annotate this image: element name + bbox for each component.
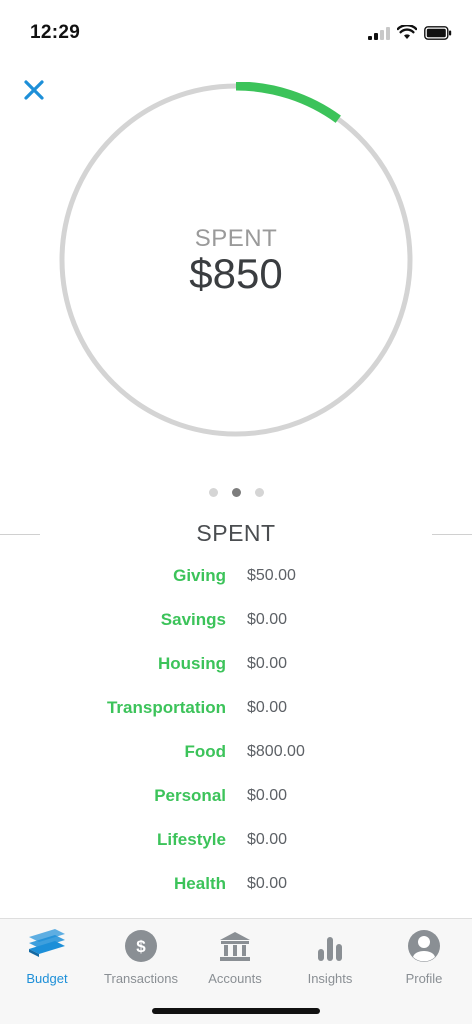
category-value: $0.00 [247, 699, 288, 716]
category-row[interactable]: Health $0.00 [0, 864, 472, 908]
page-dot[interactable] [208, 488, 218, 497]
category-row[interactable]: Food $800.00 [0, 732, 472, 776]
spent-progress-ring[interactable]: SPENT $850 [58, 82, 414, 438]
category-label: Health [174, 874, 226, 893]
category-row[interactable]: Savings $0.00 [0, 600, 472, 644]
category-label: Personal [154, 786, 226, 805]
budget-icon [29, 929, 65, 957]
tab-label: Budget [26, 971, 68, 986]
category-label: Transportation [106, 698, 226, 717]
page-indicator[interactable] [0, 488, 472, 497]
tab-transactions[interactable]: $ Transactions [94, 929, 188, 986]
divider-right [432, 534, 472, 535]
category-row[interactable]: Transportation $0.00 [0, 688, 472, 732]
page-dot[interactable] [231, 488, 241, 497]
profile-icon [408, 930, 440, 962]
tab-label: Profile [405, 971, 443, 986]
close-button[interactable] [18, 74, 50, 106]
ring-amount: $850 [189, 250, 283, 297]
tab-label: Insights [307, 971, 353, 986]
category-row[interactable]: Lifestyle $0.00 [0, 820, 472, 864]
status-icons [368, 25, 452, 40]
ring-label: SPENT [194, 225, 278, 252]
battery-icon [424, 25, 452, 40]
category-value: $0.00 [247, 831, 288, 848]
category-row[interactable]: Housing $0.00 [0, 644, 472, 688]
category-label: Lifestyle [157, 830, 226, 849]
category-value: $0.00 [247, 787, 288, 804]
page-dot[interactable] [254, 488, 264, 497]
bank-icon [220, 932, 250, 961]
status-bar: 12:29 [0, 0, 472, 68]
bar-chart-icon [318, 937, 342, 961]
category-value: $0.00 [247, 875, 288, 892]
section-title: SPENT [196, 520, 276, 546]
svg-text:$: $ [136, 937, 146, 956]
tab-label: Transactions [104, 971, 178, 986]
dollar-circle-icon: $ [125, 930, 157, 962]
category-row[interactable]: Giving $50.00 [0, 556, 472, 600]
category-value: $50.00 [247, 567, 296, 584]
category-value: $0.00 [247, 611, 288, 628]
cellular-signal-icon [368, 26, 390, 40]
section-header: SPENT [0, 518, 472, 552]
wifi-icon [397, 25, 417, 39]
tab-insights[interactable]: Insights [283, 929, 377, 986]
close-icon [24, 80, 44, 100]
tab-accounts[interactable]: Accounts [188, 929, 282, 986]
category-list: Giving $50.00 Savings $0.00 Housing $0.0… [0, 556, 472, 908]
category-label: Housing [158, 654, 226, 673]
category-value: $800.00 [247, 743, 305, 760]
category-value: $0.00 [247, 655, 288, 672]
status-time: 12:29 [30, 22, 81, 43]
category-label: Food [184, 742, 226, 761]
category-label: Savings [160, 610, 226, 629]
tab-label: Accounts [208, 971, 262, 986]
tab-profile[interactable]: Profile [377, 929, 471, 986]
tab-budget[interactable]: Budget [0, 929, 94, 986]
home-indicator [152, 1008, 320, 1014]
category-row[interactable]: Personal $0.00 [0, 776, 472, 820]
category-label: Giving [173, 566, 226, 585]
